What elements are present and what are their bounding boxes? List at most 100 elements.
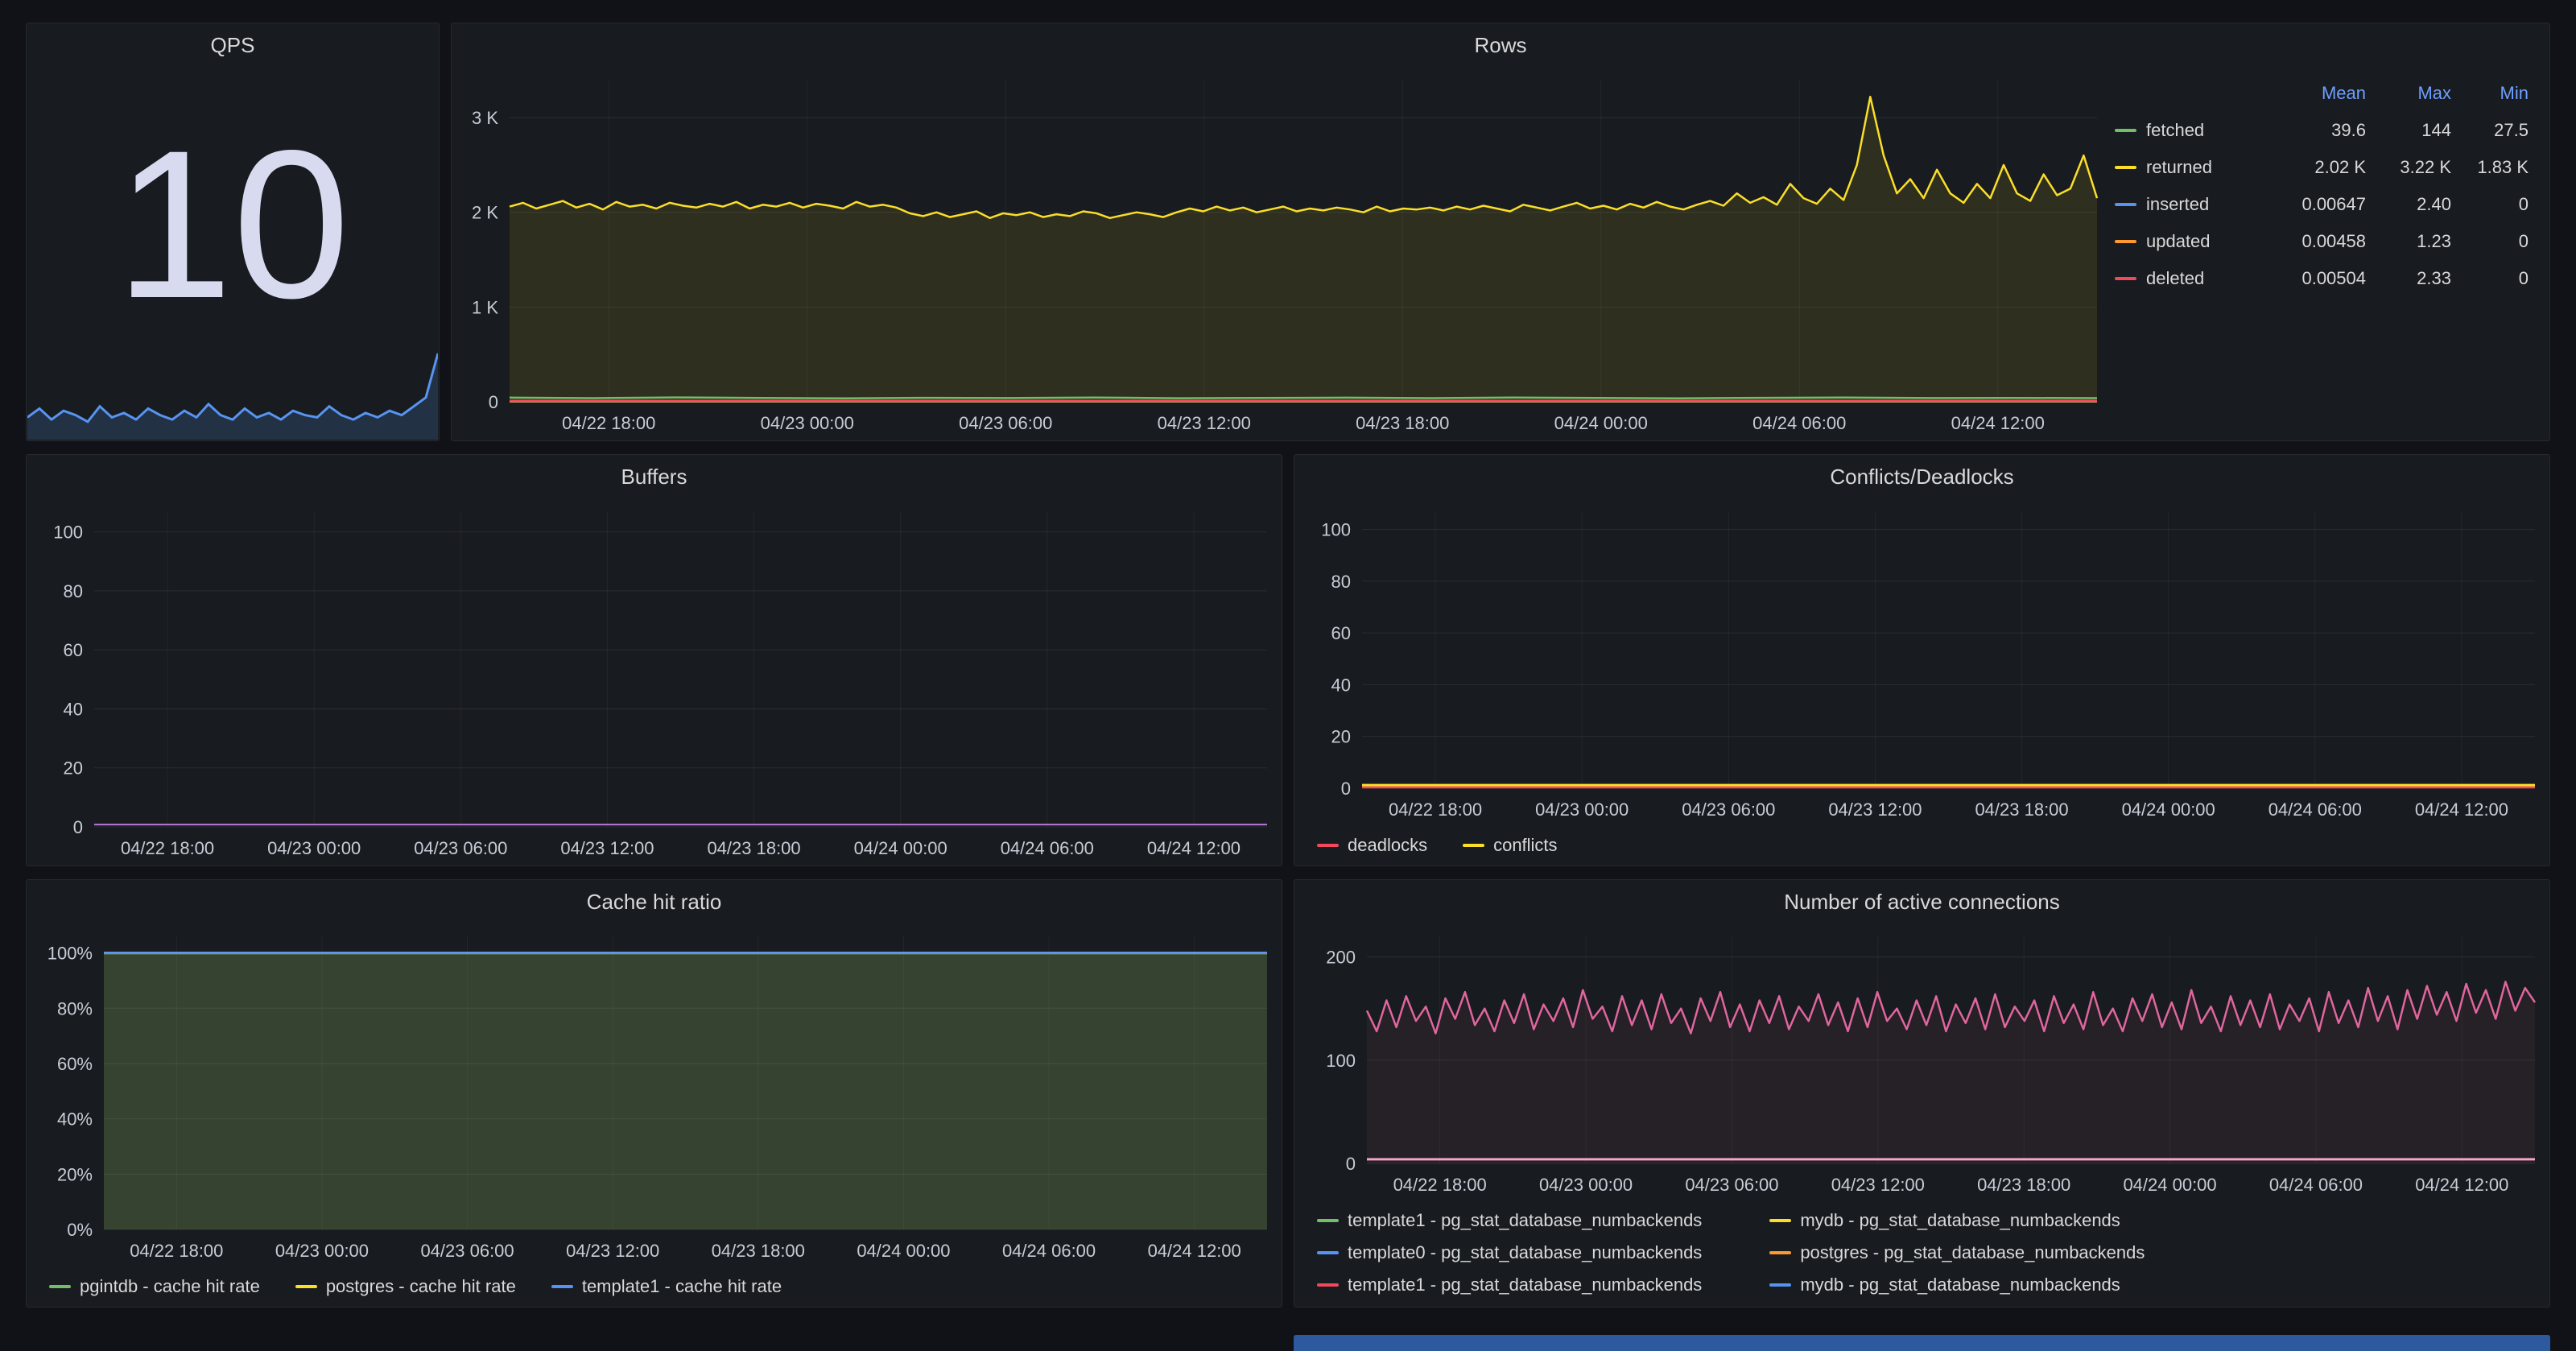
legend-value-max: 2.33 <box>2366 268 2451 289</box>
x-axis-label: 04/23 06:00 <box>414 838 507 858</box>
chart-svg[interactable]: 02040608010004/22 18:0004/23 00:0004/23 … <box>1294 498 2549 827</box>
x-axis-label: 04/23 18:00 <box>712 1241 805 1261</box>
qps-value-wrap: 10 <box>27 67 439 350</box>
x-axis-label: 04/24 00:00 <box>857 1241 950 1261</box>
panel-title-connections[interactable]: Number of active connections <box>1294 880 2549 923</box>
buffers-panel-body: 02040608010004/22 18:0004/23 00:0004/23 … <box>27 498 1282 866</box>
conflicts-panel-body: 02040608010004/22 18:0004/23 00:0004/23 … <box>1294 498 2549 866</box>
legend-swatch <box>1317 1283 1339 1287</box>
legend-value-mean: 0.00647 <box>2268 194 2366 215</box>
y-axis-label: 0 <box>1341 779 1351 799</box>
panel-title-cache[interactable]: Cache hit ratio <box>27 880 1282 923</box>
y-axis-label: 20% <box>57 1164 93 1184</box>
legend-label: template1 - cache hit rate <box>582 1276 782 1297</box>
y-axis-label: 80% <box>57 998 93 1018</box>
sparkline-svg <box>27 349 438 440</box>
chart-svg[interactable]: 010020004/22 18:0004/23 00:0004/23 06:00… <box>1294 923 2549 1202</box>
legend-header-max[interactable]: Max <box>2366 83 2451 104</box>
x-axis-label: 04/24 12:00 <box>1148 1241 1241 1261</box>
x-axis-label: 04/23 06:00 <box>1682 799 1775 820</box>
rows-legend-row: updated0.004581.230 <box>2115 223 2529 260</box>
x-axis-label: 04/23 18:00 <box>1975 799 2068 820</box>
y-axis-label: 60 <box>1331 623 1351 643</box>
x-axis-label: 04/23 00:00 <box>761 413 854 433</box>
x-axis-label: 04/23 18:00 <box>1977 1175 2070 1195</box>
legend-item-mydb-pg_stat_database_numbackends[interactable]: mydb - pg_stat_database_numbackends <box>1769 1275 2145 1295</box>
legend-series-returned[interactable]: returned <box>2115 157 2268 178</box>
panel-rows: Rows 01 K2 K3 K04/22 18:0004/23 00:0004/… <box>451 23 2550 441</box>
x-axis-label: 04/24 06:00 <box>1001 838 1094 858</box>
chart-svg[interactable]: 0%20%40%60%80%100%04/22 18:0004/23 00:00… <box>27 923 1282 1268</box>
x-axis-label: 04/24 06:00 <box>2268 799 2362 820</box>
legend-item-template1-cache-hit-rate[interactable]: template1 - cache hit rate <box>551 1276 782 1297</box>
y-axis-label: 40 <box>1331 675 1351 695</box>
legend-header-min[interactable]: Min <box>2451 83 2529 104</box>
x-axis-label: 04/22 18:00 <box>1393 1175 1487 1195</box>
legend-value-max: 3.22 K <box>2366 157 2451 178</box>
legend-label: postgres - pg_stat_database_numbackends <box>1800 1242 2145 1263</box>
legend-label: deadlocks <box>1348 835 1427 856</box>
legend-swatch <box>2115 129 2136 132</box>
rows-chart[interactable]: 01 K2 K3 K04/22 18:0004/23 00:0004/23 06… <box>452 67 2108 440</box>
y-axis-label: 0 <box>73 817 83 837</box>
partial-panel-below <box>1294 1335 2550 1351</box>
legend-item-pgintdb-cache-hit-rate[interactable]: pgintdb - cache hit rate <box>49 1276 260 1297</box>
chart-svg[interactable]: 02040608010004/22 18:0004/23 00:0004/23 … <box>27 498 1282 866</box>
y-axis-label: 80 <box>1331 572 1351 592</box>
legend-item-template0-pg_stat_database_numbackends[interactable]: template0 - pg_stat_database_numbackends <box>1317 1242 1702 1263</box>
buffers-chart[interactable]: 02040608010004/22 18:0004/23 00:0004/23 … <box>27 498 1282 866</box>
connections-chart[interactable]: 010020004/22 18:0004/23 00:0004/23 06:00… <box>1294 923 2549 1202</box>
legend-series-fetched[interactable]: fetched <box>2115 120 2268 141</box>
sparkline-line <box>27 353 438 422</box>
legend-item-conflicts[interactable]: conflicts <box>1463 835 1557 856</box>
legend-series-deleted[interactable]: deleted <box>2115 268 2268 289</box>
x-axis-label: 04/24 00:00 <box>2122 799 2215 820</box>
legend-value-max: 1.23 <box>2366 231 2451 252</box>
legend-swatch <box>1769 1283 1791 1287</box>
x-axis-label: 04/23 18:00 <box>1356 413 1449 433</box>
rows-legend-row: deleted0.005042.330 <box>2115 260 2529 297</box>
legend-item-template1-pg_stat_database_numbackends[interactable]: template1 - pg_stat_database_numbackends <box>1317 1275 1702 1295</box>
series-fill-template1 - cache hit rate <box>104 953 1267 1229</box>
chart-svg[interactable]: 01 K2 K3 K04/22 18:0004/23 00:0004/23 06… <box>452 67 2108 440</box>
legend-item-postgres-cache-hit-rate[interactable]: postgres - cache hit rate <box>295 1276 516 1297</box>
legend-item-postgres-pg_stat_database_numbackends[interactable]: postgres - pg_stat_database_numbackends <box>1769 1242 2145 1263</box>
y-axis-label: 0 <box>1346 1154 1356 1174</box>
x-axis-label: 04/23 12:00 <box>1158 413 1251 433</box>
panel-title-qps[interactable]: QPS <box>27 23 439 67</box>
x-axis-label: 04/24 06:00 <box>1752 413 1846 433</box>
panel-active-connections: Number of active connections 010020004/2… <box>1294 879 2550 1308</box>
dashboard: QPS 10 Rows 01 K2 K3 K04/22 18:0004/23 0… <box>26 23 2550 1320</box>
panel-title-buffers[interactable]: Buffers <box>27 455 1282 498</box>
x-axis-label: 04/22 18:00 <box>562 413 655 433</box>
legend-series-label: inserted <box>2146 194 2209 215</box>
legend-item-deadlocks[interactable]: deadlocks <box>1317 835 1427 856</box>
legend-label: template0 - pg_stat_database_numbackends <box>1348 1242 1702 1263</box>
legend-header-mean[interactable]: Mean <box>2268 83 2366 104</box>
series-fill-returned <box>510 97 2097 402</box>
legend-value-mean: 39.6 <box>2268 120 2366 141</box>
x-axis-label: 04/23 00:00 <box>1535 799 1629 820</box>
conflicts-legend: deadlocks conflicts <box>1294 827 2549 866</box>
rows-legend-row: returned2.02 K3.22 K1.83 K <box>2115 149 2529 186</box>
panel-title-conflicts[interactable]: Conflicts/Deadlocks <box>1294 455 2549 498</box>
x-axis-label: 04/24 06:00 <box>1002 1241 1096 1261</box>
panel-title-rows[interactable]: Rows <box>452 23 2549 67</box>
x-axis-label: 04/23 06:00 <box>1685 1175 1778 1195</box>
conflicts-chart[interactable]: 02040608010004/22 18:0004/23 00:0004/23 … <box>1294 498 2549 827</box>
y-axis-label: 0% <box>67 1220 93 1240</box>
legend-item-mydb-pg_stat_database_numbackends[interactable]: mydb - pg_stat_database_numbackends <box>1769 1210 2145 1231</box>
legend-series-inserted[interactable]: inserted <box>2115 194 2268 215</box>
x-axis-label: 04/24 00:00 <box>854 838 947 858</box>
x-axis-label: 04/24 12:00 <box>2415 1175 2508 1195</box>
legend-label: pgintdb - cache hit rate <box>80 1276 260 1297</box>
x-axis-label: 04/22 18:00 <box>121 838 214 858</box>
cache-chart[interactable]: 0%20%40%60%80%100%04/22 18:0004/23 00:00… <box>27 923 1282 1268</box>
legend-swatch <box>2115 166 2136 169</box>
legend-swatch <box>1317 1251 1339 1254</box>
x-axis-label: 04/24 12:00 <box>2415 799 2508 820</box>
legend-swatch <box>1769 1251 1791 1254</box>
legend-item-template1-pg_stat_database_numbackends[interactable]: template1 - pg_stat_database_numbackends <box>1317 1210 1702 1231</box>
legend-series-updated[interactable]: updated <box>2115 231 2268 252</box>
dashboard-row-1: QPS 10 Rows 01 K2 K3 K04/22 18:0004/23 0… <box>26 23 2550 441</box>
